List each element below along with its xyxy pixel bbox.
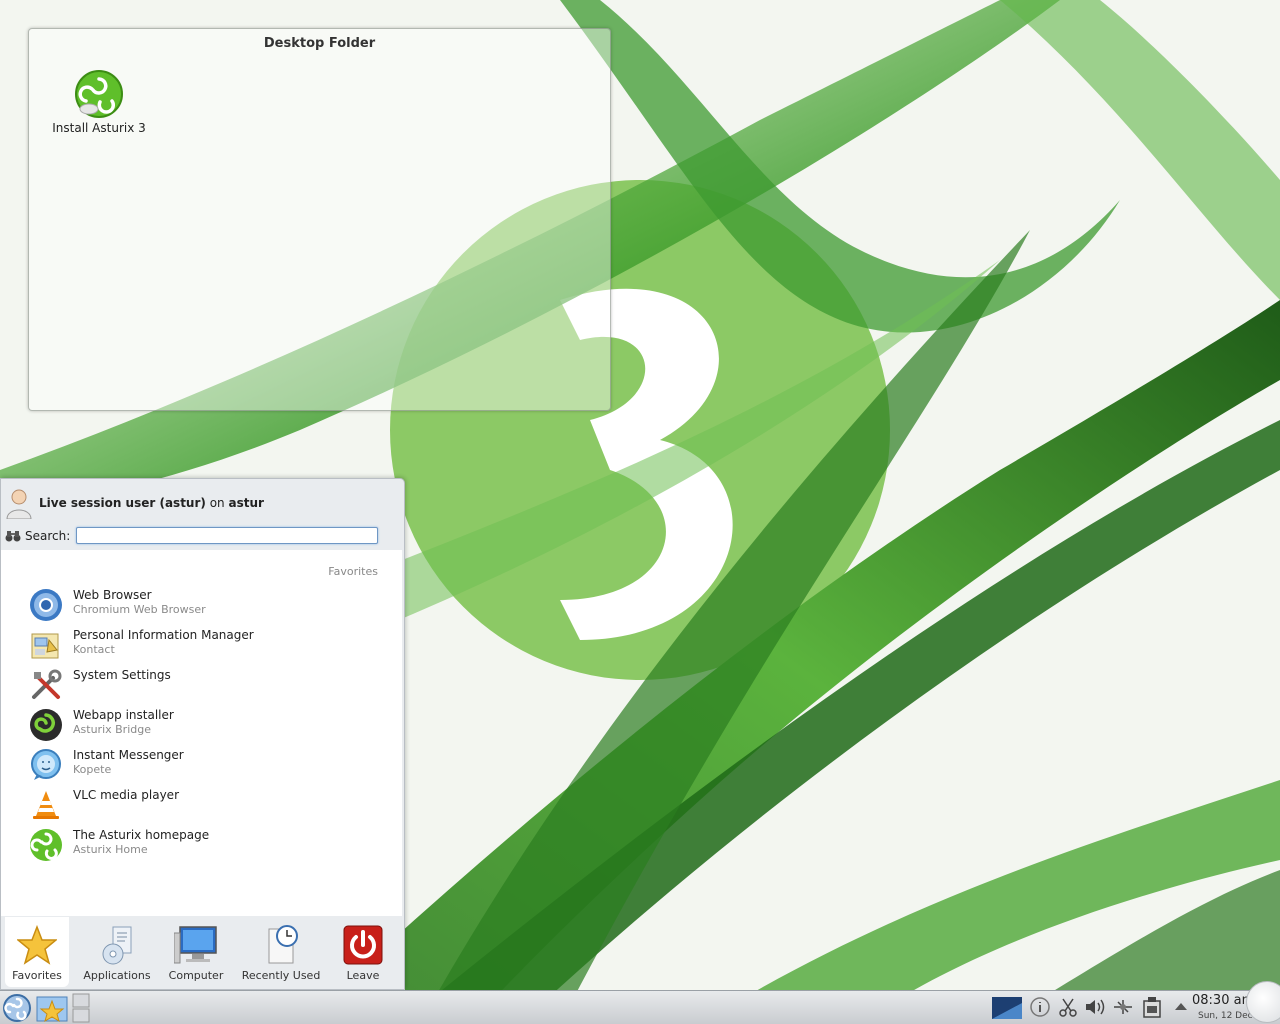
asturix-home-icon xyxy=(30,829,62,861)
search-row: Search: xyxy=(5,527,379,544)
user-avatar-icon xyxy=(6,489,32,519)
panel-toolbox-button[interactable] xyxy=(1246,981,1280,1023)
favorites-panel: Favorites Web Browser Chromium Web Brows… xyxy=(1,550,402,916)
user-line: Live session user (astur) on astur xyxy=(39,496,264,510)
favorite-subtitle: Kopete xyxy=(73,763,112,776)
tab-label: Recently Used xyxy=(241,969,321,982)
favorite-title: Personal Information Manager xyxy=(73,628,254,642)
favorite-pim[interactable]: Personal Information Manager Kontact xyxy=(29,626,389,666)
binoculars-icon xyxy=(5,530,21,541)
favorite-subtitle: Asturix Bridge xyxy=(73,723,151,736)
favorite-subtitle: Asturix Home xyxy=(73,843,148,856)
tab-recently-used[interactable]: Recently Used xyxy=(241,917,321,987)
power-icon xyxy=(343,925,383,965)
favorite-title: Web Browser xyxy=(73,588,152,602)
clock-time[interactable]: 08:30 am xyxy=(1192,993,1254,1008)
recently-used-icon xyxy=(268,925,298,964)
tab-label: Computer xyxy=(168,969,224,982)
user-on-word: on xyxy=(209,496,225,510)
info-icon[interactable] xyxy=(1030,997,1050,1017)
tab-leave[interactable]: Leave xyxy=(331,917,395,987)
asturix-bridge-icon xyxy=(30,709,62,741)
expand-arrow-icon[interactable] xyxy=(1174,1001,1188,1011)
tab-applications[interactable]: Applications xyxy=(81,917,153,987)
desktop-icon-label: Install Asturix 3 xyxy=(52,121,146,135)
host-name: astur xyxy=(228,496,264,510)
desktop-folder-widget[interactable]: Desktop Folder Install Asturix 3 xyxy=(28,28,611,411)
star-icon xyxy=(17,925,57,965)
favorite-title: The Asturix homepage xyxy=(73,828,210,842)
favorite-subtitle: Kontact xyxy=(73,643,115,656)
favorites-list: Web Browser Chromium Web Browser Persona… xyxy=(29,586,389,866)
favorite-subtitle: Chromium Web Browser xyxy=(73,603,206,616)
favorite-vlc[interactable]: VLC media player xyxy=(29,786,389,826)
tab-label: Leave xyxy=(346,969,380,982)
folder-title: Desktop Folder xyxy=(263,36,376,51)
bottom-panel: 08:30 am Sun, 12 Dec xyxy=(0,981,1280,1024)
tab-label: Favorites xyxy=(12,969,62,982)
applications-icon xyxy=(102,926,132,965)
favorite-title: VLC media player xyxy=(73,788,180,802)
kickoff-menu: Live session user (astur) on astur Searc… xyxy=(0,478,405,990)
user-info: Live session user (astur) on astur xyxy=(5,487,264,519)
klipper-scissors-icon[interactable] xyxy=(1058,997,1078,1017)
favorite-title: Instant Messenger xyxy=(73,748,184,762)
display-icon[interactable] xyxy=(992,997,1022,1019)
asturix-install-icon xyxy=(75,70,123,118)
search-input[interactable] xyxy=(76,527,379,544)
device-notifier-icon[interactable] xyxy=(1142,997,1162,1019)
pager-icon[interactable] xyxy=(72,993,90,1023)
favorite-title: System Settings xyxy=(73,668,171,682)
favorite-webapp-installer[interactable]: Webapp installer Asturix Bridge xyxy=(29,706,389,746)
vlc-icon xyxy=(33,791,59,819)
kontact-icon xyxy=(31,633,59,659)
tab-label: Applications xyxy=(83,969,151,982)
favorite-web-browser[interactable]: Web Browser Chromium Web Browser xyxy=(29,586,389,626)
volume-icon[interactable] xyxy=(1084,997,1106,1017)
favorites-panel-icon[interactable] xyxy=(36,993,68,1023)
system-settings-icon xyxy=(32,669,62,699)
favorite-title: Webapp installer xyxy=(73,708,174,722)
search-label: Search: xyxy=(25,528,71,543)
user-name: Live session user (astur) xyxy=(39,496,206,510)
computer-icon xyxy=(174,926,217,964)
kopete-icon xyxy=(31,749,61,780)
favorite-system-settings[interactable]: System Settings xyxy=(29,666,389,706)
section-header: Favorites xyxy=(328,565,378,578)
desktop-icon-install-asturix[interactable]: Install Asturix 3 xyxy=(51,69,147,135)
kickoff-launcher-button[interactable] xyxy=(2,993,32,1023)
chromium-icon xyxy=(30,589,62,621)
network-icon[interactable] xyxy=(1112,997,1134,1017)
tab-computer[interactable]: Computer xyxy=(161,917,231,987)
kickoff-tabs: Favorites Applications Computer Recently… xyxy=(1,917,404,989)
tab-favorites[interactable]: Favorites xyxy=(5,917,69,987)
favorite-asturix-homepage[interactable]: The Asturix homepage Asturix Home xyxy=(29,826,389,866)
clock-date[interactable]: Sun, 12 Dec xyxy=(1198,1011,1253,1021)
favorite-instant-messenger[interactable]: Instant Messenger Kopete xyxy=(29,746,389,786)
